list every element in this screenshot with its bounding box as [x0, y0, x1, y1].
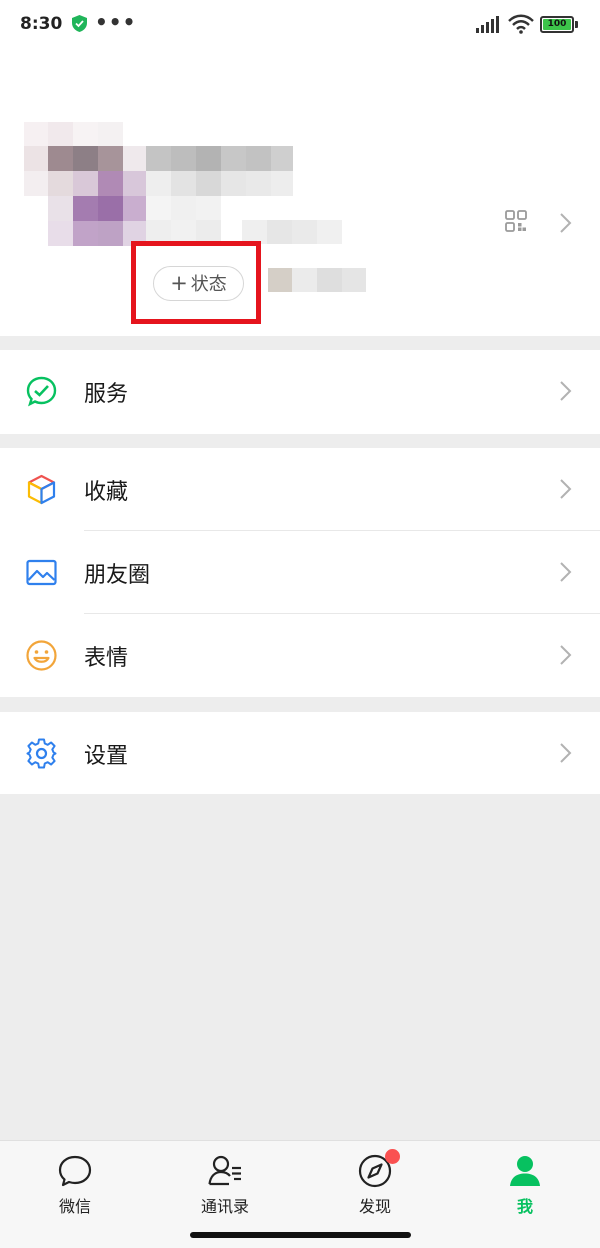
status-time: 8:30: [20, 14, 63, 34]
highlight-box: [131, 241, 261, 324]
chat-bubble-icon: [58, 1155, 92, 1187]
home-indicator[interactable]: [190, 1232, 411, 1238]
chevron-right-icon: [560, 479, 572, 499]
menu-label-stickers: 表情: [84, 646, 129, 671]
tab-discover[interactable]: 发现: [300, 1141, 450, 1241]
person-icon: [510, 1156, 540, 1186]
smiley-face-icon: [26, 640, 57, 671]
menu-item-services[interactable]: 服务: [0, 350, 600, 432]
signal-icon: [476, 16, 499, 33]
menu-label-favorites: 收藏: [84, 480, 129, 505]
tab-contacts[interactable]: 通讯录: [150, 1141, 300, 1241]
menu-item-moments[interactable]: 朋友圈: [0, 531, 600, 613]
menu-label-services: 服务: [84, 382, 129, 407]
tab-label-contacts: 通讯录: [200, 1197, 249, 1216]
tab-chats[interactable]: 微信: [0, 1141, 150, 1241]
menu-label-moments: 朋友圈: [84, 563, 151, 588]
services-icon: [26, 376, 57, 407]
chevron-right-icon: [560, 213, 572, 233]
chevron-right-icon: [560, 645, 572, 665]
status-text: [268, 268, 366, 292]
favorites-cube-icon: [27, 474, 56, 505]
shield-icon: [72, 15, 87, 32]
profile-header[interactable]: + 状态: [0, 52, 600, 336]
gear-icon: [26, 738, 57, 769]
battery-icon: 100: [540, 16, 574, 33]
moments-photo-icon: [26, 559, 57, 586]
battery-tip: [575, 21, 578, 28]
services-section: 服务: [0, 350, 600, 434]
chevron-right-icon: [560, 562, 572, 582]
menu-item-favorites[interactable]: 收藏: [0, 448, 600, 530]
chevron-right-icon: [560, 381, 572, 401]
status-bar: 8:30 ••• 100: [0, 0, 600, 52]
menu-item-settings[interactable]: 设置: [0, 712, 600, 794]
tab-label-chats: 微信: [58, 1197, 91, 1216]
battery-level: 100: [543, 19, 571, 30]
settings-section: 设置: [0, 712, 600, 794]
chevron-right-icon: [560, 743, 572, 763]
menu-label-settings: 设置: [84, 744, 129, 769]
contacts-icon: [208, 1155, 241, 1186]
discover-notification-badge: [385, 1149, 400, 1164]
more-notifications-icon: •••: [95, 10, 137, 34]
menu-item-stickers[interactable]: 表情: [0, 614, 600, 696]
qr-code-icon[interactable]: [505, 210, 527, 232]
wifi-icon: [508, 14, 534, 34]
wechat-id: [146, 196, 342, 244]
tab-me[interactable]: 我: [450, 1141, 600, 1241]
content-section: 收藏 朋友圈 表情: [0, 448, 600, 697]
avatar[interactable]: [24, 122, 148, 246]
profile-name: [146, 146, 296, 196]
tab-label-me: 我: [516, 1197, 533, 1216]
tab-label-discover: 发现: [358, 1197, 391, 1216]
